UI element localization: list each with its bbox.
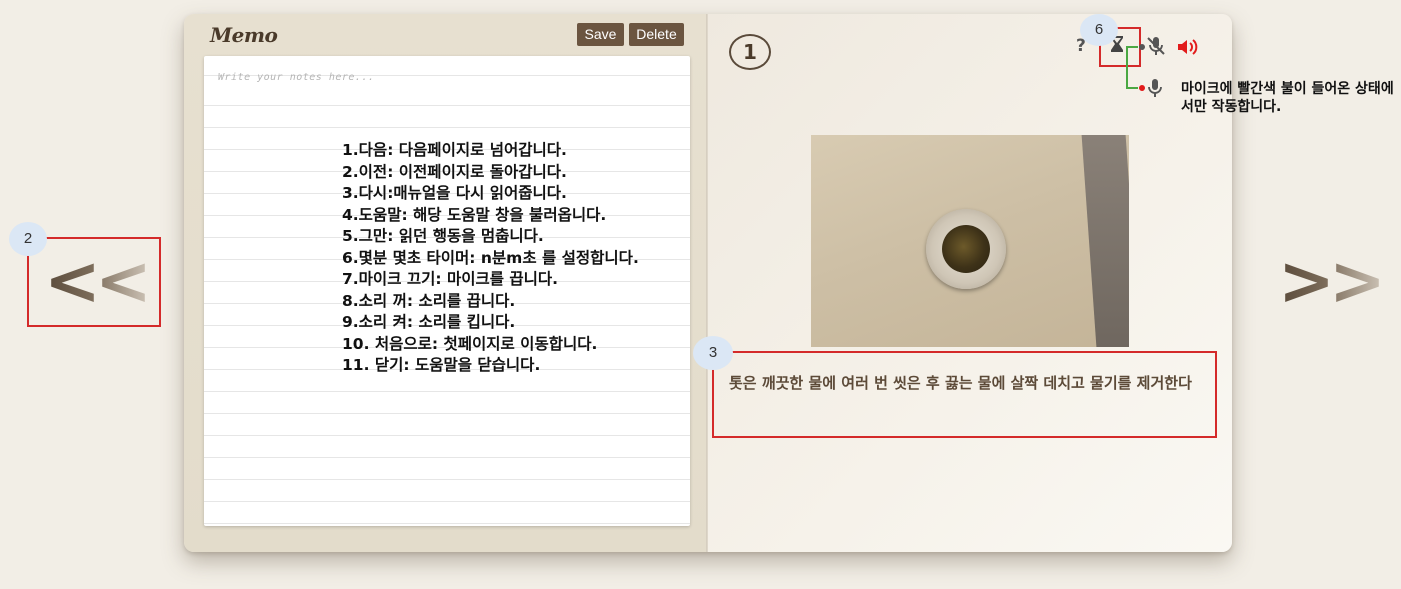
connector-line	[1126, 46, 1128, 88]
annotation-badge-6: 6	[1080, 14, 1118, 46]
seaweed-in-bowl	[942, 225, 990, 273]
recipe-step-caption: 톳은 깨끗한 물에 여러 번 씻은 후 끓는 물에 살짝 데치고 물기를 제거한…	[729, 374, 1192, 392]
prev-page-button[interactable]: <<	[44, 248, 152, 316]
speaker-icon[interactable]	[1176, 37, 1200, 61]
help-item: 10. 처음으로: 첫페이지로 이동합니다.	[342, 334, 598, 353]
image-shadow-area	[1081, 135, 1129, 347]
help-item: 8.소리 꺼: 소리를 끕니다.	[342, 291, 516, 310]
status-dot-inactive	[1139, 44, 1145, 50]
save-button[interactable]: Save	[577, 23, 624, 46]
mic-off-icon[interactable]	[1145, 36, 1167, 60]
help-item: 5.그만: 읽던 행동을 멈춥니다.	[342, 227, 544, 245]
connector-line	[1126, 46, 1138, 48]
annotation-badge-3: 3	[693, 336, 733, 370]
help-item: 2.이전: 이전페이지로 돌아갑니다.	[342, 162, 567, 181]
next-page-button[interactable]: >>	[1278, 248, 1386, 316]
connector-line	[1126, 87, 1138, 89]
help-item: 11. 닫기: 도움말을 닫습니다.	[342, 356, 541, 374]
status-dot-active	[1139, 85, 1145, 91]
delete-button[interactable]: Delete	[629, 23, 684, 46]
mic-on-icon	[1147, 78, 1163, 102]
recipe-step-image	[811, 135, 1129, 347]
help-item: 6.몇분 몇초 타이머: n분m초 를 설정합니다.	[342, 248, 639, 267]
help-item: 4.도움말: 해당 도움말 창을 불러옵니다.	[342, 205, 607, 224]
memo-title: Memo	[210, 23, 278, 47]
annotation-badge-2: 2	[9, 222, 47, 256]
mic-annotation-note: 마이크에 빨간색 불이 들어온 상태에서만 작동합니다.	[1181, 81, 1394, 115]
help-item: 7.마이크 끄기: 마이크를 끕니다.	[342, 270, 559, 288]
help-item: 3.다시:매뉴얼을 다시 읽어줍니다.	[342, 184, 567, 202]
help-command-list: 1.다음: 다음페이지로 넘어갑니다. 2.이전: 이전페이지로 돌아갑니다. …	[342, 140, 639, 377]
memo-notes-placeholder: Write your notes here...	[218, 72, 375, 83]
help-item: 9.소리 켜: 소리를 킵니다.	[342, 313, 516, 331]
help-item: 1.다음: 다음페이지로 넘어갑니다.	[342, 141, 567, 159]
page-number: 1	[729, 34, 771, 70]
